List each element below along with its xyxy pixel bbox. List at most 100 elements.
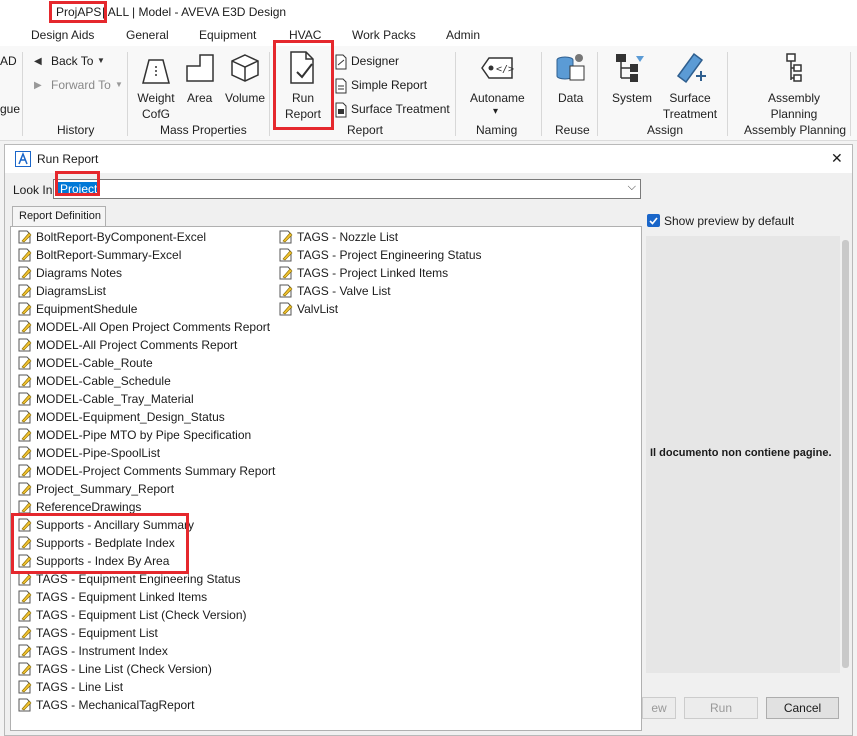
report-list-item[interactable]: TAGS - MechanicalTagReport <box>16 696 195 714</box>
report-item-label: TAGS - Line List (Check Version) <box>36 662 212 676</box>
assembly-planning-button[interactable]: Assembly Planning <box>765 90 823 122</box>
report-list-item[interactable]: MODEL-Pipe MTO by Pipe Specification <box>16 426 251 444</box>
cancel-button[interactable]: Cancel <box>766 697 839 719</box>
forward-dropdown-icon[interactable]: ▼ <box>115 80 123 89</box>
report-file-icon <box>279 302 293 316</box>
report-list-item[interactable]: TAGS - Valve List <box>277 282 391 300</box>
report-item-label: TAGS - Instrument Index <box>36 644 168 658</box>
tab-admin[interactable]: Admin <box>446 28 480 42</box>
dialog-title-bar: Run Report ✕ <box>5 145 852 173</box>
report-list-item[interactable]: MODEL-Cable_Tray_Material <box>16 390 194 408</box>
back-to-button[interactable]: Back To <box>51 54 93 68</box>
ribbon: AD gue ◀ Back To ▼ ▶ Forward To ▼ Histor… <box>0 40 857 141</box>
data-button[interactable]: Data <box>558 90 583 106</box>
simple-report-button[interactable]: Simple Report <box>351 78 427 92</box>
weight-icon <box>142 59 170 84</box>
report-item-label: MODEL-Cable_Schedule <box>36 374 171 388</box>
preview-checkbox[interactable] <box>647 214 660 227</box>
report-list-item[interactable]: Diagrams Notes <box>16 264 122 282</box>
report-list-item[interactable]: TAGS - Nozzle List <box>277 228 398 246</box>
report-item-label: EquipmentShedule <box>36 302 138 316</box>
report-file-icon <box>18 320 32 334</box>
tab-work-packs[interactable]: Work Packs <box>352 28 416 42</box>
report-item-label: TAGS - Project Engineering Status <box>297 248 482 262</box>
back-arrow-icon: ◀ <box>34 56 42 67</box>
group-assign: Assign <box>647 123 684 137</box>
report-item-label: TAGS - Equipment List <box>36 626 158 640</box>
designer-button[interactable]: Designer <box>351 54 399 68</box>
report-item-label: Supports - Index By Area <box>36 554 170 568</box>
report-file-icon <box>18 680 32 694</box>
report-item-label: TAGS - Valve List <box>297 284 391 298</box>
report-item-label: TAGS - Project Linked Items <box>297 266 449 280</box>
report-item-label: MODEL-Project Comments Summary Report <box>36 464 276 478</box>
report-list-item[interactable]: TAGS - Line List <box>16 678 123 696</box>
report-list-item[interactable]: Supports - Ancillary Summary <box>16 516 194 534</box>
report-item-label: DiagramsList <box>36 284 107 298</box>
scrollbar-thumb[interactable] <box>842 240 849 668</box>
tab-general[interactable]: General <box>126 28 169 42</box>
report-list-item[interactable]: MODEL-Project Comments Summary Report <box>16 462 275 480</box>
report-list-item[interactable]: ReferenceDrawings <box>16 498 141 516</box>
report-list-item[interactable]: TAGS - Equipment List (Check Version) <box>16 606 247 624</box>
report-list-item[interactable]: MODEL-Cable_Schedule <box>16 372 171 390</box>
area-button[interactable]: Area <box>187 90 212 106</box>
surface-treatment-assign-button[interactable]: Surface Treatment <box>661 90 719 122</box>
run-report-button[interactable]: Run Report <box>284 90 322 122</box>
report-list-item[interactable]: TAGS - Equipment List <box>16 624 158 642</box>
tab-equipment[interactable]: Equipment <box>199 28 256 42</box>
report-item-label: ValvList <box>297 302 339 316</box>
report-file-icon <box>18 230 32 244</box>
report-item-label: MODEL-Pipe-SpoolList <box>36 446 161 460</box>
report-item-label: MODEL-All Open Project Comments Report <box>36 320 271 334</box>
preview-checkbox-label[interactable]: Show preview by default <box>664 214 794 228</box>
report-list-item[interactable]: BoltReport-Summary-Excel <box>16 246 181 264</box>
report-list-item[interactable]: TAGS - Line List (Check Version) <box>16 660 212 678</box>
report-file-icon <box>279 284 293 298</box>
report-item-label: MODEL-Cable_Tray_Material <box>36 392 194 406</box>
report-list-item[interactable]: TAGS - Equipment Engineering Status <box>16 570 241 588</box>
report-list-item[interactable]: MODEL-Pipe-SpoolList <box>16 444 160 462</box>
report-list-item[interactable]: MODEL-All Open Project Comments Report <box>16 318 270 336</box>
look-in-label: Look In <box>13 183 53 197</box>
report-list-item[interactable]: Supports - Bedplate Index <box>16 534 175 552</box>
preview-button[interactable]: ew <box>642 697 676 719</box>
report-item-label: TAGS - Equipment List (Check Version) <box>36 608 247 622</box>
tab-design-aids[interactable]: Design Aids <box>31 28 94 42</box>
report-list-item[interactable]: MODEL-Cable_Route <box>16 354 153 372</box>
run-button[interactable]: Run <box>684 697 758 719</box>
autoname-dropdown-icon[interactable]: ▾ <box>493 104 498 120</box>
forward-to-button[interactable]: Forward To <box>51 78 111 92</box>
report-list-item[interactable]: TAGS - Project Engineering Status <box>277 246 482 264</box>
report-item-label: ReferenceDrawings <box>36 500 142 514</box>
report-list-item[interactable]: TAGS - Project Linked Items <box>277 264 448 282</box>
report-file-icon <box>18 248 32 262</box>
chevron-down-icon[interactable]: ⌵ <box>628 181 636 194</box>
tab-hvac[interactable]: HVAC <box>289 28 321 42</box>
close-icon[interactable]: ✕ <box>831 150 843 167</box>
report-list-item[interactable]: MODEL-All Project Comments Report <box>16 336 237 354</box>
look-in-value: Project <box>58 182 100 196</box>
look-in-combo[interactable]: Project ⌵ <box>53 179 641 199</box>
run-report-dialog: Run Report ✕ Look In Project ⌵ Report De… <box>4 144 853 736</box>
report-list-item[interactable]: EquipmentShedule <box>16 300 137 318</box>
back-dropdown-icon[interactable]: ▼ <box>97 56 105 65</box>
report-list-item[interactable]: DiagramsList <box>16 282 106 300</box>
group-report: Report <box>347 123 384 137</box>
report-list-item[interactable]: Supports - Index By Area <box>16 552 169 570</box>
volume-button[interactable]: Volume <box>225 90 265 106</box>
system-button[interactable]: System <box>612 90 652 106</box>
report-list-item[interactable]: TAGS - Instrument Index <box>16 642 168 660</box>
group-reuse: Reuse <box>555 123 590 137</box>
report-list-item[interactable]: MODEL-Equipment_Design_Status <box>16 408 225 426</box>
surface-treatment-assign-icon <box>676 52 706 84</box>
tab-report-definition[interactable]: Report Definition <box>12 206 106 226</box>
report-file-icon <box>18 482 32 496</box>
report-list-item[interactable]: BoltReport-ByComponent-Excel <box>16 228 206 246</box>
preview-scrollbar[interactable] <box>840 236 851 673</box>
report-list-item[interactable]: TAGS - Equipment Linked Items <box>16 588 207 606</box>
report-list-item[interactable]: Project_Summary_Report <box>16 480 174 498</box>
report-list-item[interactable]: ValvList <box>277 300 338 318</box>
surface-treatment-report-button[interactable]: Surface Treatment <box>351 102 450 116</box>
weight-cofg-button[interactable]: Weight CofG <box>136 90 176 122</box>
